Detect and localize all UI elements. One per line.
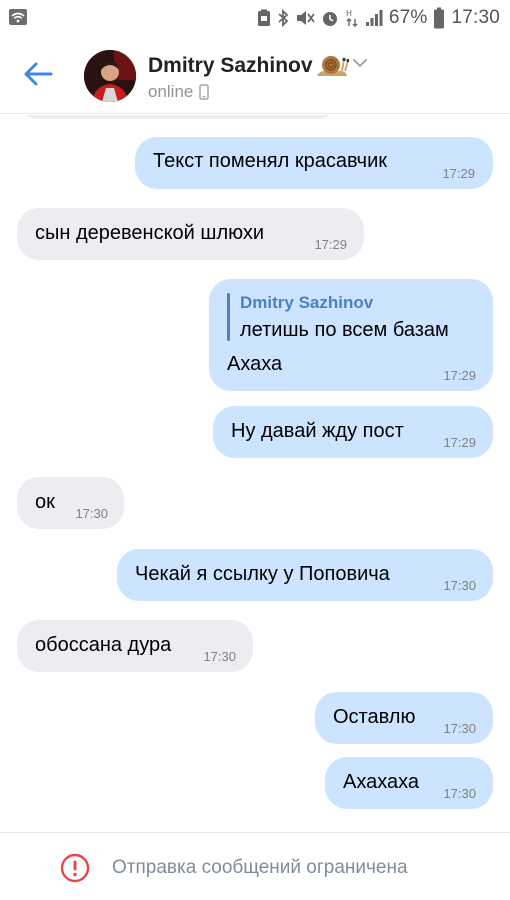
message-text: Ахаха [227,353,283,375]
message-time: 17:30 [443,578,476,593]
avatar[interactable] [84,50,136,102]
status-bar: H 67% 17:30 [0,0,510,36]
battery-icon [433,7,445,29]
status-time: 17:30 [451,7,500,28]
reply-quote-bar [227,293,230,341]
message-text: обоссана дура [35,634,172,656]
message-time: 17:30 [443,786,476,801]
battery-percent: 67% [388,7,428,28]
message-time: 17:29 [443,435,476,450]
message-outgoing-with-reply[interactable]: Dmitry Sazhinov летишь по всем базам Аха… [209,279,493,391]
message-outgoing[interactable]: Ахахаха 17:30 [325,757,493,809]
message-text: Текст поменял красавчик [153,150,388,172]
online-status: online [148,82,210,102]
mobile-phone-icon [199,84,210,100]
message-outgoing[interactable]: Оставлю 17:30 [315,692,493,744]
message-incoming[interactable]: обоссана дура 17:30 [17,620,253,672]
data-icon: H [345,8,359,28]
contact-name[interactable]: Dmitry Sazhinov [148,54,313,78]
messaging-restricted-bar: Отправка сообщений ограничена [0,832,510,900]
reply-author[interactable]: Dmitry Sazhinov [240,293,373,313]
message-text: Оставлю [333,706,416,728]
online-label: online [148,82,194,101]
mute-icon [295,9,315,27]
chevron-down-icon[interactable] [352,56,368,74]
reply-quote-text: летишь по всем базам [240,319,449,341]
message-time: 17:30 [75,506,108,521]
message-time: 17:29 [443,368,476,383]
message-list[interactable]: Текст поменял красавчик 17:29 сын дереве… [0,115,510,832]
message-incoming[interactable]: ок 17:30 [17,477,124,529]
message-text: Ахахаха [343,771,420,793]
message-outgoing[interactable]: Чекай я ссылку у Поповича 17:30 [117,549,493,601]
wifi-icon [8,8,28,31]
bluetooth-icon [277,9,289,27]
message-text: сын деревенской шлюхи [35,222,265,244]
back-button[interactable] [16,56,60,92]
message-text: Ну давай жду пост [231,420,404,442]
snail-emoji-icon [315,52,350,85]
warning-circle-icon [60,853,90,888]
restriction-notice: Отправка сообщений ограничена [112,857,408,878]
screenshot-icon [257,9,271,27]
signal-icon [365,9,383,27]
back-arrow-icon [24,62,53,86]
previous-message-bubble [20,115,335,119]
message-incoming[interactable]: сын деревенской шлюхи 17:29 [17,208,364,260]
message-time: 17:29 [314,237,347,252]
message-time: 17:29 [442,166,475,181]
svg-text:H: H [346,9,352,18]
alarm-icon [321,9,339,27]
message-outgoing[interactable]: Ну давай жду пост 17:29 [213,406,493,458]
message-time: 17:30 [203,649,236,664]
message-time: 17:30 [443,721,476,736]
chat-header: Dmitry Sazhinov online [0,36,510,114]
message-text: ок [35,491,55,513]
message-text: Чекай я ссылку у Поповича [135,563,390,585]
message-outgoing[interactable]: Текст поменял красавчик 17:29 [135,137,493,189]
